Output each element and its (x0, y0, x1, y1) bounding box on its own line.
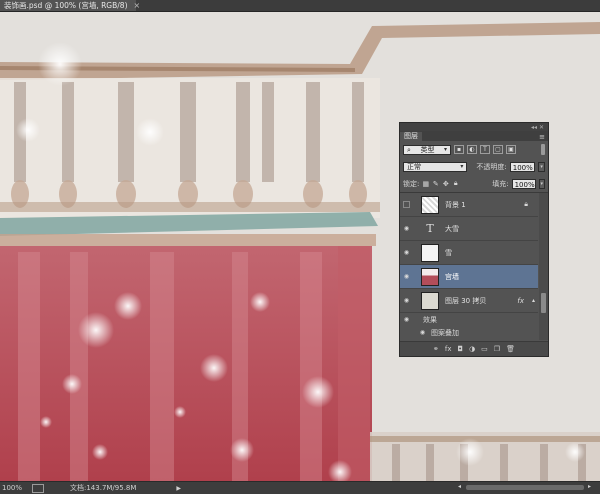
layer-list-scrollbar[interactable] (539, 193, 548, 340)
lock-row: 锁定: ▦ ✎ ✥ 🔒︎ 填充: 100% ▾ (400, 175, 548, 192)
adjustment-icon[interactable]: ◑ (469, 345, 475, 353)
collapse-icon[interactable]: ◂◂ ✕ (531, 124, 544, 131)
horizontal-scrollbar[interactable] (466, 485, 584, 490)
layer-row-layer30-copy[interactable]: ◉ 图层 30 拷贝 fx ▴ (400, 289, 538, 313)
layers-panel: ◂◂ ✕ 图层 ≡ ⌕ 类型 ▾ ▪ ◐ T ▢ ▣ 正常 ▾ 不透明度: 10… (399, 122, 549, 357)
layer-name: 图层 30 拷贝 (445, 296, 487, 305)
blend-mode-value: 正常 (407, 162, 421, 171)
document-icon (32, 483, 44, 493)
filter-shape-icon[interactable]: ▢ (493, 145, 503, 154)
new-layer-icon[interactable]: ❐ (494, 345, 500, 353)
link-icon[interactable]: ⚭ (433, 345, 439, 353)
mask-icon[interactable]: ◘ (458, 345, 464, 353)
layer-thumbnail (421, 195, 439, 214)
layer-row-background[interactable]: 背景 1 🔒︎ (400, 193, 538, 217)
lock-image-icon[interactable]: ✎ (432, 180, 439, 188)
chevron-down-icon: ▾ (443, 145, 447, 153)
panel-menu-icon[interactable]: ≡ (539, 133, 545, 141)
filter-toggle[interactable] (541, 144, 545, 155)
filter-row: ⌕ 类型 ▾ ▪ ◐ T ▢ ▣ (400, 141, 548, 158)
effect-item-label: 图案叠加 (431, 328, 459, 337)
layer-thumbnail (421, 291, 439, 310)
visibility-toggle[interactable] (400, 201, 413, 208)
fill-dropdown-icon[interactable]: ▾ (538, 178, 545, 189)
scrollbar-thumb[interactable] (541, 293, 546, 313)
lock-icon: 🔒︎ (524, 200, 528, 208)
document-tab-bar: 装饰画.psd @ 100% (宫墙, RGB/8) × (0, 0, 600, 12)
eye-icon[interactable]: ◉ (416, 329, 429, 336)
fill-input[interactable]: 100% (511, 178, 536, 189)
chevron-up-icon[interactable]: ▴ (532, 297, 535, 304)
effects-label: 效果 (423, 315, 437, 324)
chevron-down-icon: ▾ (460, 162, 464, 170)
eye-icon[interactable]: ◉ (400, 225, 413, 232)
fx-icon[interactable]: fx (445, 345, 452, 353)
layer-name: 宫墙 (445, 272, 459, 281)
filter-kind-label: 类型 (420, 145, 435, 154)
layer-row-snow[interactable]: ◉ 雪 (400, 241, 538, 265)
group-icon[interactable]: ▭ (481, 345, 488, 353)
trash-icon[interactable]: 🗑︎ (506, 345, 515, 353)
layer-thumbnail (421, 267, 439, 286)
layer-thumbnail (421, 243, 439, 262)
blend-row: 正常 ▾ 不透明度: 100% ▾ (400, 158, 548, 175)
lock-position-icon[interactable]: ✥ (442, 180, 449, 188)
panel-header: ◂◂ ✕ (400, 123, 548, 131)
filter-kind-select[interactable]: ⌕ 类型 ▾ (403, 144, 451, 155)
document-tab[interactable]: 装饰画.psd @ 100% (宫墙, RGB/8) × (0, 0, 140, 11)
fill-label: 填充: (492, 179, 509, 188)
lock-transparent-icon[interactable]: ▦ (422, 180, 430, 188)
scroll-right-icon[interactable]: ▸ (588, 483, 591, 490)
opacity-dropdown-icon[interactable]: ▾ (538, 161, 545, 172)
panel-footer: ⚭ fx ◘ ◑ ▭ ❐ 🗑︎ (400, 341, 548, 356)
filter-text-icon[interactable]: T (480, 145, 490, 154)
layer-list: 背景 1 🔒︎ ◉ T 大雪 ◉ 雪 ◉ 宫墙 ◉ 图层 30 拷贝 fx ▴ … (400, 193, 538, 340)
eye-icon[interactable]: ◉ (400, 249, 413, 256)
scroll-left-icon[interactable]: ◂ (458, 483, 461, 490)
layer-row-text[interactable]: ◉ T 大雪 (400, 217, 538, 241)
effect-item-row[interactable]: ◉ 图案叠加 (400, 326, 538, 339)
blend-mode-select[interactable]: 正常 ▾ (403, 161, 468, 172)
layer-name: 大雪 (445, 224, 459, 233)
fx-icon[interactable]: fx (517, 297, 524, 305)
zoom-level[interactable]: 100% (0, 484, 32, 492)
lock-label: 锁定: (403, 179, 420, 188)
status-menu-arrow-icon[interactable]: ▶ (176, 485, 181, 492)
search-icon: ⌕ (407, 145, 411, 154)
lock-all-icon[interactable]: 🔒︎ (452, 179, 459, 188)
text-layer-icon: T (426, 222, 434, 235)
eye-icon[interactable]: ◉ (400, 316, 413, 323)
filter-smart-object-icon[interactable]: ▣ (506, 145, 516, 154)
panel-tabs: 图层 ≡ (400, 131, 548, 141)
document-size: 文档:143.7M/95.8M (70, 484, 137, 492)
filter-pixel-icon[interactable]: ▪ (454, 145, 464, 154)
document-tab-title: 装饰画.psd @ 100% (宫墙, RGB/8) (4, 1, 128, 10)
tab-layers[interactable]: 图层 (400, 132, 422, 141)
opacity-input[interactable]: 100% (509, 161, 536, 172)
eye-icon[interactable]: ◉ (400, 273, 413, 280)
close-icon[interactable]: × (134, 1, 141, 10)
layer-name: 背景 1 (445, 200, 466, 209)
layer-row-palace-wall[interactable]: ◉ 宫墙 (400, 265, 538, 289)
layer-name: 雪 (445, 248, 452, 257)
visibility-off-icon (403, 201, 410, 208)
opacity-label: 不透明度: (476, 162, 507, 171)
eye-icon[interactable]: ◉ (400, 297, 413, 304)
effects-row[interactable]: ◉ 效果 (400, 313, 538, 326)
filter-adjustment-icon[interactable]: ◐ (467, 145, 477, 154)
status-bar: 100% 文档:143.7M/95.8M ▶ ◂ ▸ (0, 481, 600, 494)
